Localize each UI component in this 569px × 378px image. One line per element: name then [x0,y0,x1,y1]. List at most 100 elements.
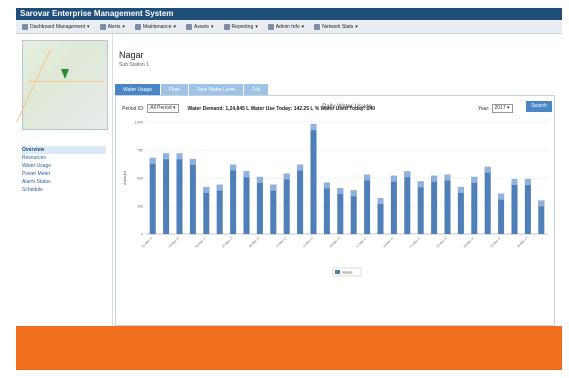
bar-cap [283,173,290,180]
bar [176,153,183,234]
sidebar-item-resources[interactable]: Resources [22,154,106,162]
x-tick-label: 23-Mar-17 [436,236,449,249]
bar-cap [297,164,304,171]
bar [337,188,344,234]
chart-title: Daily Water Usage [322,104,372,110]
dashboard-icon [22,23,28,30]
menu-item-admin[interactable]: Admin Info ▾ [267,23,304,30]
wrench-icon [134,23,141,30]
bar [310,124,317,234]
bar [189,158,196,234]
water-usage-chart: Daily Water Usage Amount 0 250 500 750 1,000 01… [122,104,548,277]
bar-cap [431,175,438,182]
bar-cap [404,171,411,178]
menu-item-reporting[interactable]: Reporting ▾ [223,23,258,30]
bar [256,176,263,234]
menu-item-alerts[interactable]: Alerts ▾ [99,23,125,30]
bar-cap [457,186,464,193]
bar [524,179,531,234]
x-tick-label: 09-Mar-17 [248,236,261,249]
menu-item-maintenance[interactable]: Maintenance ▾ [134,23,176,30]
bar-cap [189,158,196,165]
x-tick-label: 07-Mar-17 [221,236,234,249]
bar-cap [230,164,237,171]
x-tick-label: 29-Mar-17 [516,236,529,249]
bar [163,153,170,234]
menu-item-assets[interactable]: Assets ▾ [186,23,214,30]
bar-cap [350,190,357,197]
bar [216,184,223,234]
x-tick-label: 21-Mar-17 [409,236,422,249]
bar-cap [417,181,424,188]
bar [511,179,518,234]
menu-label: Assets [194,23,210,30]
bar [243,171,250,234]
x-tick-label: 13-Mar-17 [302,236,315,249]
bar [364,174,371,234]
bar-cap [498,193,505,200]
y-tick-label: 0 [141,233,143,237]
bar-cap [524,179,531,186]
bar-cap [243,171,250,178]
y-tick-label: 250 [137,205,143,209]
sidebar-item-water-usage[interactable]: Water Usage [22,162,106,170]
bar [444,174,451,234]
y-tick-label: 1,000 [134,121,143,125]
bar [283,173,290,234]
y-tick-label: 500 [137,177,143,181]
user-icon [267,23,274,30]
bar-cap [163,153,170,160]
bar [498,193,505,234]
x-tick-label: 27-Mar-17 [489,236,502,249]
sidebar-item-alarm-status[interactable]: Alarm Status [22,178,106,186]
menu-item-dashboard[interactable]: Dashboard Management ▾ [22,23,90,30]
menu-label: Network Stats [322,23,354,30]
sidebar-item-power-meter[interactable]: Power Meter [22,170,106,178]
y-tick-label: 750 [137,149,143,153]
sidebar-item-schedule[interactable]: Schedule [22,186,106,194]
bar-cap [203,186,210,193]
bar-cap [484,166,491,173]
bar-cap [390,175,397,182]
bar [149,157,156,234]
x-tick-label: 25-Mar-17 [462,236,475,249]
menu-label: Alerts [107,23,121,30]
bar-cap [323,182,330,189]
bar-cap [176,153,183,160]
chart-panel: Period ID: All Period ▾ Water Demand: 1,… [115,95,555,326]
bar-cap [511,179,518,186]
main-content: Nagar Sub Station 1 Water Usage Flow Tan… [113,34,562,326]
map-pin-icon[interactable] [61,69,69,79]
menu-label: Reporting [231,23,254,30]
menu-label: Maintenance [142,23,172,30]
location-map[interactable] [16,40,108,130]
x-tick-label: 15-Mar-17 [328,236,341,249]
sidebar-item-overview[interactable]: Overview [22,146,106,154]
bar [297,164,304,234]
menu-item-network[interactable]: Network Stats ▾ [314,23,358,30]
x-tick-label: 03-Mar-17 [168,236,181,249]
bar-cap [538,200,545,207]
bar [390,175,397,234]
sidebar-links: Overview Resources Water Usage Power Met… [22,146,106,194]
legend-swatch [335,270,340,274]
box-icon [186,23,193,30]
page-title: Nagar [119,50,144,60]
bar-cap [444,174,451,181]
map-road [16,49,51,123]
bar-cap [270,184,277,191]
legend-label: Values [342,271,353,275]
bar [431,175,438,234]
bar-cap [216,184,223,191]
menu-label: Admin Info [275,23,300,30]
menu-bar: Dashboard Management ▾ Alerts ▾ Maintena… [16,20,562,34]
y-axis-label: Amount [122,170,127,185]
bar [323,182,330,234]
app-window: Sarovar Enterprise Management System Das… [16,8,562,326]
bar [417,181,424,234]
x-tick-label: 01-Mar-17 [141,236,154,249]
bar [457,186,464,234]
bar-cap [471,176,478,183]
x-tick-label: 05-Mar-17 [194,236,207,249]
bar-cap [337,188,344,195]
